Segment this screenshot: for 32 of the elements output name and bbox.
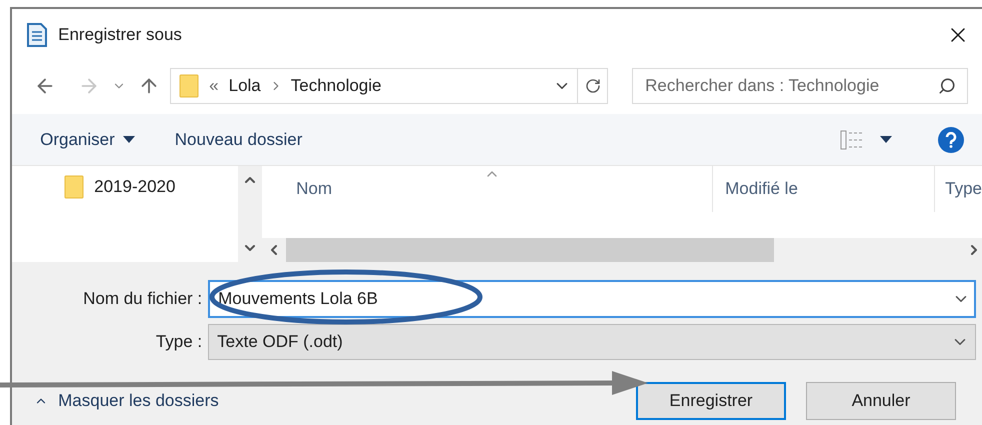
- field-label: Type :: [154, 331, 204, 354]
- horizontal-scrollbar[interactable]: [262, 238, 982, 262]
- caret-icon: [880, 136, 892, 144]
- question-mark-icon: [945, 132, 957, 148]
- refresh-icon: [584, 78, 601, 94]
- caret-icon: [122, 136, 135, 144]
- folder-item[interactable]: 2019-2020: [94, 174, 176, 200]
- breadcrumb-item[interactable]: Lola: [228, 73, 261, 99]
- help-button[interactable]: [938, 126, 964, 152]
- address-bar[interactable]: « Lola Technologie: [170, 68, 608, 104]
- column-header[interactable]: Type: [934, 166, 982, 212]
- hide-folders-button[interactable]: Masquer les dossiers: [34, 388, 219, 414]
- type-dropdown[interactable]: Texte ODF (.odt): [208, 324, 976, 360]
- new-folder-button[interactable]: Nouveau dossier: [174, 126, 302, 152]
- view-options-button[interactable]: [840, 128, 892, 150]
- column-header[interactable]: Nom: [262, 166, 712, 212]
- breadcrumb-overflow[interactable]: «: [209, 73, 219, 99]
- breadcrumb-item[interactable]: Technologie: [290, 73, 382, 99]
- dialog-button[interactable]: Annuler: [806, 382, 956, 420]
- column-header[interactable]: Modifié le: [712, 166, 934, 212]
- field-label: Nom du fichier :: [82, 288, 204, 310]
- search-field[interactable]: Rechercher dans : Technologie: [632, 68, 968, 104]
- search-icon: [938, 77, 956, 95]
- window-title: Enregistrer sous: [58, 24, 182, 46]
- folder-icon: [64, 174, 84, 199]
- organize-button[interactable]: Organiser: [40, 126, 135, 152]
- folder-icon: [179, 74, 200, 98]
- scrollbar-thumb[interactable]: [286, 238, 774, 262]
- document-icon: [26, 22, 48, 48]
- dialog-button[interactable]: Enregistrer: [636, 382, 786, 420]
- vertical-scrollbar[interactable]: [238, 166, 262, 262]
- filename-field[interactable]: Mouvements Lola 6B: [208, 280, 976, 318]
